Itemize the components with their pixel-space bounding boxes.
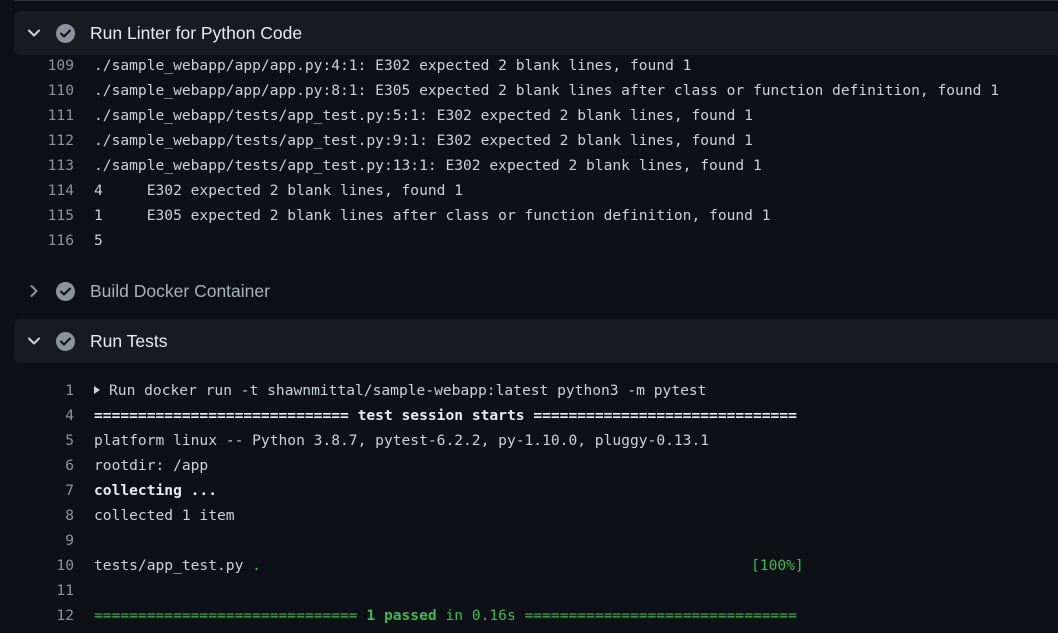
line-text: 1 E305 expected 2 blank lines after clas… <box>94 207 771 224</box>
line-number[interactable]: 116 <box>14 228 74 253</box>
banner-right: =============================== <box>524 607 797 624</box>
log-line: 112 ./sample_webapp/tests/app_test.py:9:1… <box>14 128 1058 153</box>
log-line: 110 ./sample_webapp/app/app.py:8:1: E305 … <box>14 78 1058 103</box>
line-text: Run docker run -t shawnmittal/sample-web… <box>94 378 706 403</box>
test-progress: [100%] <box>751 557 804 574</box>
line-number[interactable]: 4 <box>14 403 74 428</box>
step-title: Run Linter for Python Code <box>90 22 303 43</box>
session-start-banner: ============================= test sessi… <box>94 403 797 428</box>
line-text: collecting ... <box>94 482 218 499</box>
log-line: 10 tests/app_test.py . [100%] <box>14 553 1058 578</box>
line-text: ./sample_webapp/tests/app_test.py:5:1: E… <box>94 107 753 124</box>
line-number[interactable]: 1 <box>14 378 74 403</box>
log-line: 9 <box>14 528 1058 553</box>
step-header-run-tests[interactable]: Run Tests <box>14 319 1058 363</box>
expand-triangle-icon[interactable] <box>94 386 100 394</box>
check-circle-icon <box>56 23 75 43</box>
line-number[interactable]: 8 <box>14 503 74 528</box>
line-number[interactable]: 11 <box>14 578 74 603</box>
log-line: 12 ============================== 1 pass… <box>14 603 1058 628</box>
line-text: tests/app_test.py . <box>94 553 261 578</box>
step-header-run-linter[interactable]: Run Linter for Python Code <box>14 11 1058 55</box>
step-title: Run Tests <box>90 330 168 351</box>
line-number[interactable]: 115 <box>14 203 74 228</box>
log-line: 114 4 E302 expected 2 blank lines, found … <box>14 178 1058 203</box>
line-number[interactable]: 12 <box>14 603 74 628</box>
line-number[interactable]: 9 <box>14 528 74 553</box>
log-line: 109 ./sample_webapp/app/app.py:4:1: E302 … <box>14 53 1058 78</box>
summary-banner: ============================== 1 passed … <box>94 603 797 628</box>
banner-right: ============================== <box>524 407 797 424</box>
test-file: tests/app_test.py <box>94 557 244 574</box>
divider <box>14 0 1058 1</box>
line-text: 4 E302 expected 2 blank lines, found 1 <box>94 182 464 199</box>
line-number[interactable]: 10 <box>14 553 74 578</box>
check-circle-icon <box>56 331 75 351</box>
log-line: 8 collected 1 item <box>14 503 1058 528</box>
banner-left: ============================= <box>94 407 358 424</box>
line-text: rootdir: /app <box>94 457 209 474</box>
line-number[interactable]: 111 <box>14 103 74 128</box>
step-title: Build Docker Container <box>90 280 270 301</box>
banner-left: ============================== <box>94 607 367 624</box>
chevron-down-icon[interactable] <box>28 335 40 347</box>
passed-count: 1 passed <box>366 607 437 624</box>
line-number[interactable]: 5 <box>14 428 74 453</box>
check-circle-icon <box>56 281 75 301</box>
line-number[interactable]: 112 <box>14 128 74 153</box>
duration: in 0.16s <box>436 607 525 624</box>
line-text: collected 1 item <box>94 507 235 524</box>
line-number[interactable]: 110 <box>14 78 74 103</box>
chevron-down-icon[interactable] <box>28 27 40 39</box>
log-line: 5 platform linux -- Python 3.8.7, pytest-… <box>14 428 1058 453</box>
line-text: platform linux -- Python 3.8.7, pytest-6… <box>94 432 710 449</box>
test-pass-dot: . <box>243 557 261 574</box>
line-text: 5 <box>94 232 103 249</box>
tests-log: 1 Run docker run -t shawnmittal/sample-w… <box>14 378 1058 628</box>
line-number[interactable]: 114 <box>14 178 74 203</box>
banner-title: test session starts <box>357 407 525 424</box>
log-line: 6 rootdir: /app <box>14 453 1058 478</box>
chevron-right-icon[interactable] <box>28 285 40 297</box>
line-number[interactable]: 113 <box>14 153 74 178</box>
line-text: ./sample_webapp/app/app.py:8:1: E305 exp… <box>94 82 999 99</box>
log-line: 7 collecting ... <box>14 478 1058 503</box>
line-number[interactable]: 7 <box>14 478 74 503</box>
log-line: 116 5 <box>14 228 1058 253</box>
line-text: ./sample_webapp/tests/app_test.py:9:1: E… <box>94 132 753 149</box>
linter-log: 109 ./sample_webapp/app/app.py:4:1: E302 … <box>14 53 1058 253</box>
log-line: 115 1 E305 expected 2 blank lines after c… <box>14 203 1058 228</box>
line-text: ./sample_webapp/app/app.py:4:1: E302 exp… <box>94 57 692 74</box>
group-command: Run docker run -t shawnmittal/sample-web… <box>109 382 707 399</box>
line-number[interactable]: 6 <box>14 453 74 478</box>
log-line-group[interactable]: 1 Run docker run -t shawnmittal/sample-w… <box>14 378 1058 403</box>
line-text: ./sample_webapp/tests/app_test.py:13:1: … <box>94 157 762 174</box>
line-number[interactable]: 109 <box>14 53 74 78</box>
log-line: 111 ./sample_webapp/tests/app_test.py:5:1… <box>14 103 1058 128</box>
step-header-build-docker[interactable]: Build Docker Container <box>14 269 1058 313</box>
workflow-log-viewer: Run Linter for Python Code 109 ./sample_w… <box>0 0 1058 633</box>
log-line: 113 ./sample_webapp/tests/app_test.py:13:… <box>14 153 1058 178</box>
log-line: 11 <box>14 578 1058 603</box>
log-line: 4 ============================= test ses… <box>14 403 1058 428</box>
